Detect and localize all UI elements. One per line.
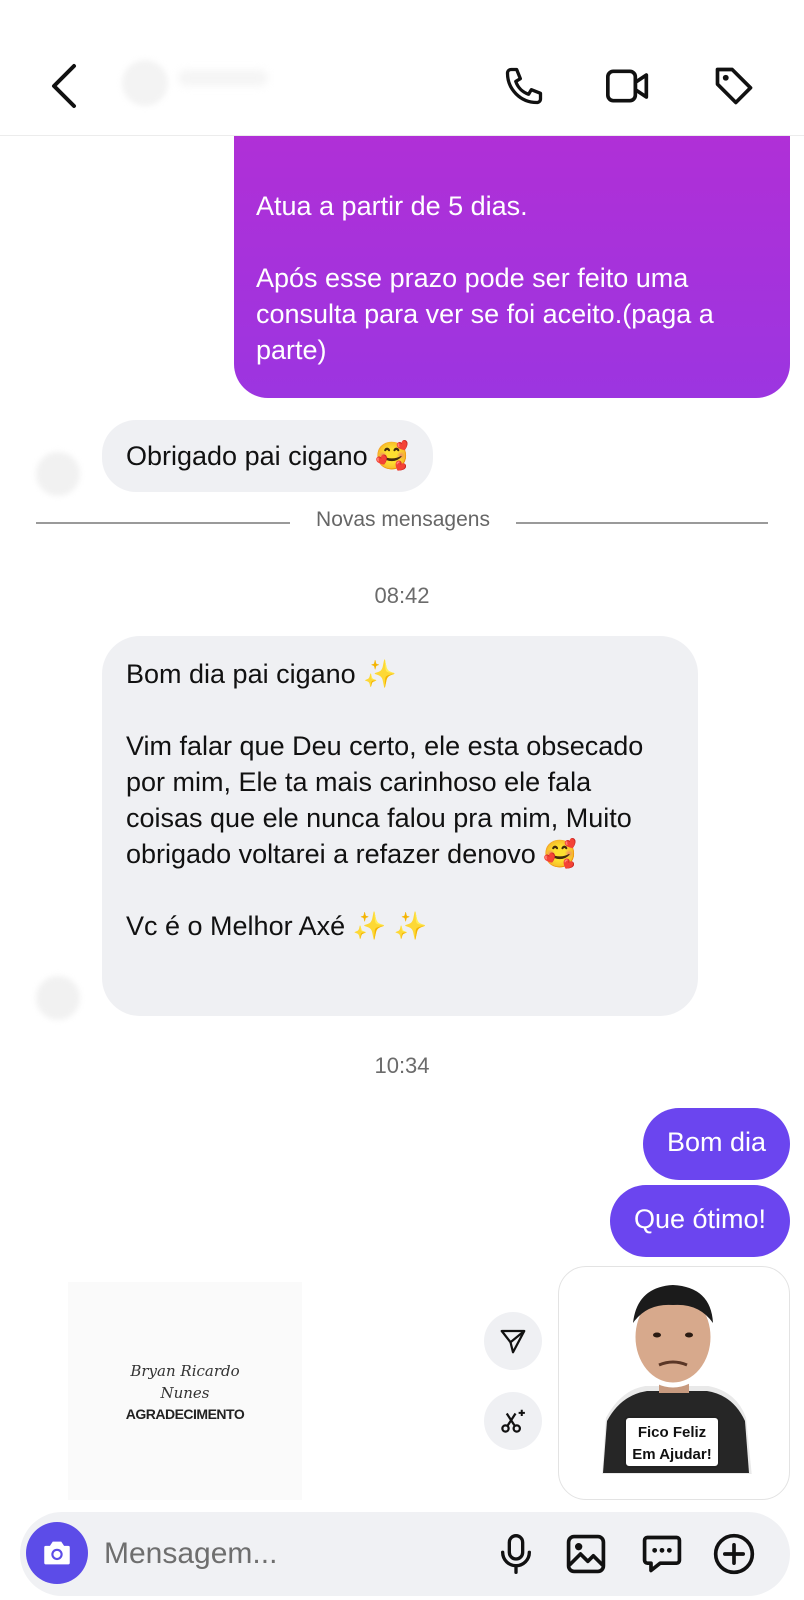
camera-icon (44, 1541, 70, 1565)
chat-options-button[interactable] (640, 1532, 684, 1576)
sticker-message[interactable]: Fico Feliz Em Ajudar! (558, 1266, 790, 1500)
microphone-icon (501, 1534, 531, 1574)
sparkle-scissors-icon (501, 1409, 525, 1433)
sticker-text-line: Em Ajudar! (632, 1446, 711, 1463)
contact-name[interactable] (178, 70, 268, 86)
add-button[interactable] (712, 1532, 756, 1576)
image-icon (566, 1534, 606, 1574)
video-camera-icon (605, 69, 649, 103)
sender-avatar[interactable] (36, 976, 80, 1020)
timestamp: 10:34 (374, 1053, 430, 1078)
divider-label: Novas mensagens (316, 508, 490, 531)
outgoing-message[interactable]: Atua a partir de 5 dias. Após esse prazo… (234, 120, 790, 398)
incoming-message[interactable]: Bom dia pai cigano ✨ Vim falar que Deu c… (102, 636, 698, 1016)
message-icon (642, 1535, 682, 1573)
card-caption: AGRADECIMENTO (125, 1406, 245, 1422)
share-button[interactable] (484, 1312, 542, 1370)
ai-sparkle-button[interactable] (484, 1392, 542, 1450)
sender-avatar[interactable] (36, 452, 80, 496)
sticker-image: Fico Feliz Em Ajudar! (595, 1285, 759, 1480)
card-script-line: Bryan Ricardo (130, 1362, 240, 1380)
send-icon (500, 1329, 526, 1354)
gallery-button[interactable] (564, 1532, 608, 1576)
message-composer (20, 1512, 790, 1596)
contact-avatar[interactable] (122, 60, 168, 106)
plus-circle-icon (713, 1533, 755, 1575)
divider-line (36, 522, 290, 524)
tag-icon (715, 67, 753, 105)
chevron-left-icon (52, 64, 76, 108)
new-messages-divider: Novas mensagens (36, 508, 768, 531)
message-input[interactable] (104, 1530, 484, 1578)
microphone-button[interactable] (496, 1532, 540, 1576)
outgoing-message[interactable]: Que ótimo! (609, 1185, 790, 1257)
outgoing-message[interactable]: Bom dia (642, 1108, 790, 1180)
chat-header (0, 0, 804, 136)
tag-button[interactable] (712, 64, 764, 114)
incoming-image-card[interactable]: Bryan Ricardo Nunes AGRADECIMENTO (68, 1282, 302, 1500)
sticker-text-line: Fico Feliz (638, 1424, 706, 1441)
camera-button[interactable] (26, 1522, 88, 1584)
timestamp: 08:42 (374, 583, 430, 608)
voice-call-button[interactable] (502, 64, 554, 114)
back-button[interactable] (44, 62, 84, 110)
phone-icon (505, 67, 543, 105)
video-call-button[interactable] (604, 64, 656, 114)
incoming-message[interactable]: Obrigado pai cigano 🥰 (102, 420, 433, 492)
card-script-line: Nunes (160, 1384, 210, 1402)
divider-line (516, 522, 768, 524)
